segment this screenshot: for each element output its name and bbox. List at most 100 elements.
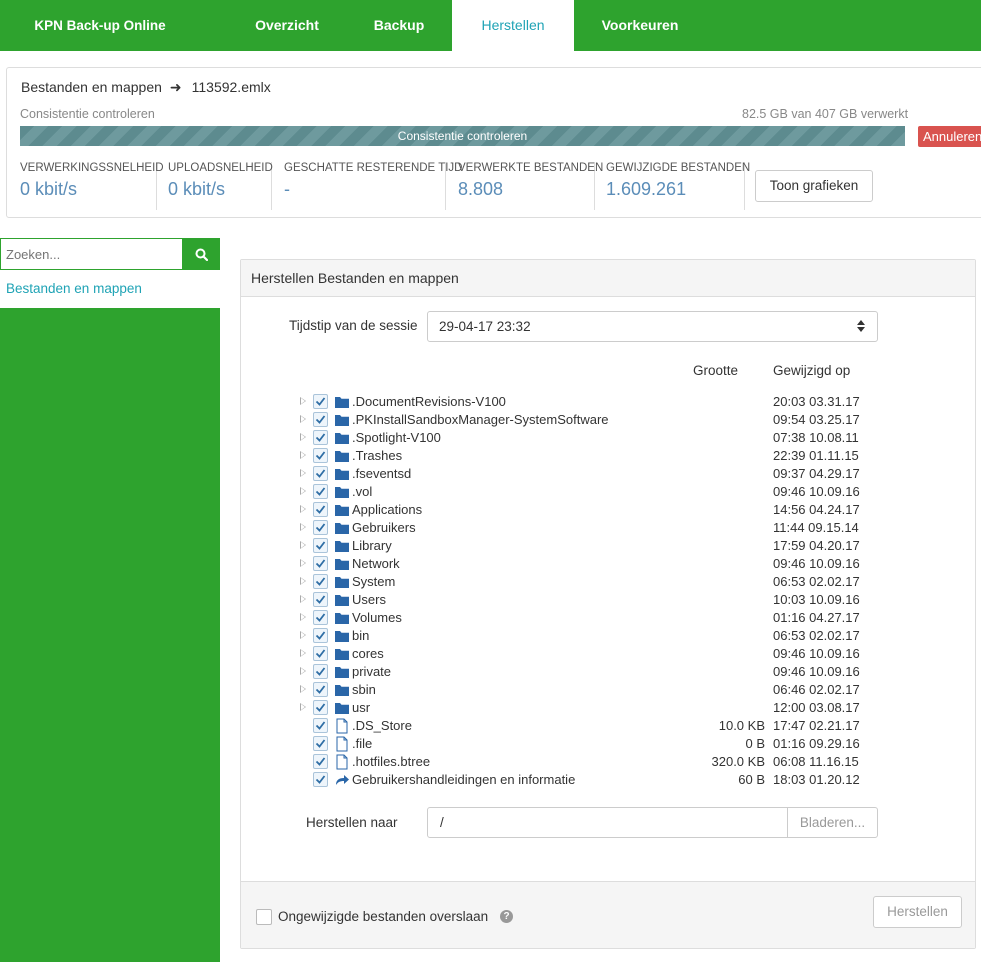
expand-triangle-icon[interactable]: [300, 685, 306, 693]
tree-row[interactable]: Users 10:03 10.09.16: [241, 591, 975, 609]
folder-icon: [335, 541, 349, 552]
row-checkbox[interactable]: [313, 520, 328, 535]
tab-overzicht[interactable]: Overzicht: [228, 0, 346, 51]
breadcrumb-file: 113592.emlx: [191, 79, 271, 95]
tree-row[interactable]: Volumes 01:16 04.27.17: [241, 609, 975, 627]
destination-input[interactable]: /: [427, 807, 788, 838]
tree-row[interactable]: System 06:53 02.02.17: [241, 573, 975, 591]
progress-bar: Consistentie controleren: [20, 126, 905, 146]
tab-backup[interactable]: Backup: [346, 0, 452, 51]
tree-row[interactable]: usr 12:00 03.08.17: [241, 699, 975, 717]
row-checkbox[interactable]: [313, 394, 328, 409]
skip-unchanged-checkbox[interactable]: [256, 909, 272, 925]
tree-row[interactable]: private 09:46 10.09.16: [241, 663, 975, 681]
shortcut-arrow-icon: [336, 775, 349, 785]
item-name: Gebruikers: [352, 520, 416, 535]
expand-triangle-icon[interactable]: [300, 559, 306, 567]
status-text: Consistentie controleren: [20, 107, 155, 121]
row-checkbox[interactable]: [313, 538, 328, 553]
sidebar-item-files-folders[interactable]: Bestanden en mappen: [0, 270, 220, 308]
session-value: 29-04-17 23:32: [439, 319, 531, 334]
expand-triangle-icon[interactable]: [300, 577, 306, 585]
session-select[interactable]: 29-04-17 23:32: [427, 311, 878, 342]
tree-row[interactable]: .vol 09:46 10.09.16: [241, 483, 975, 501]
tree-row[interactable]: .Trashes 22:39 01.11.15: [241, 447, 975, 465]
tree-row[interactable]: Gebruikershandleidingen en informatie 60 …: [241, 771, 975, 789]
item-name: cores: [352, 646, 384, 661]
cancel-button[interactable]: Annuleren: [918, 126, 981, 147]
expand-triangle-icon[interactable]: [300, 469, 306, 477]
row-checkbox[interactable]: [313, 574, 328, 589]
tree-row[interactable]: bin 06:53 02.02.17: [241, 627, 975, 645]
browse-button[interactable]: Bladeren...: [787, 807, 878, 838]
folder-icon: [335, 397, 349, 408]
tree-row[interactable]: .PKInstallSandboxManager-SystemSoftware 0…: [241, 411, 975, 429]
tree-row[interactable]: Network 09:46 10.09.16: [241, 555, 975, 573]
expand-triangle-icon[interactable]: [300, 541, 306, 549]
expand-triangle-icon[interactable]: [300, 667, 306, 675]
expand-triangle-icon[interactable]: [300, 649, 306, 657]
item-name: .DS_Store: [352, 718, 412, 733]
row-checkbox[interactable]: [313, 754, 328, 769]
expand-triangle-icon[interactable]: [300, 487, 306, 495]
column-header-size: Grootte: [693, 363, 739, 378]
tree-row[interactable]: sbin 06:46 02.02.17: [241, 681, 975, 699]
tab-herstellen[interactable]: Herstellen: [452, 0, 574, 51]
row-checkbox[interactable]: [313, 448, 328, 463]
tree-row[interactable]: .DS_Store 10.0 KB 17:47 02.21.17: [241, 717, 975, 735]
row-checkbox[interactable]: [313, 610, 328, 625]
expand-triangle-icon[interactable]: [300, 595, 306, 603]
row-checkbox[interactable]: [313, 466, 328, 481]
expand-triangle-icon[interactable]: [300, 505, 306, 513]
stat-remaining-time: GESCHATTE RESTERENDE TIJD -: [284, 162, 463, 210]
expand-triangle-icon[interactable]: [300, 415, 306, 423]
expand-triangle-icon[interactable]: [300, 433, 306, 441]
tree-row[interactable]: Applications 14:56 04.24.17: [241, 501, 975, 519]
tree-row[interactable]: .fseventsd 09:37 04.29.17: [241, 465, 975, 483]
item-size: 320.0 KB: [711, 754, 766, 769]
folder-icon: [335, 649, 349, 660]
row-checkbox[interactable]: [313, 484, 328, 499]
row-checkbox[interactable]: [313, 592, 328, 607]
breadcrumb-root: Bestanden en mappen: [21, 79, 162, 95]
expand-triangle-icon[interactable]: [300, 451, 306, 459]
stat-upload-speed: UPLOADSNELHEID 0 kbit/s: [168, 162, 273, 210]
item-modified: 10:03 10.09.16: [773, 592, 860, 607]
search-input[interactable]: [0, 238, 183, 270]
tree-row[interactable]: .hotfiles.btree 320.0 KB 06:08 11.16.15: [241, 753, 975, 771]
row-checkbox[interactable]: [313, 430, 328, 445]
restore-button[interactable]: Herstellen: [873, 896, 962, 928]
help-icon[interactable]: ?: [500, 910, 513, 923]
tree-row[interactable]: cores 09:46 10.09.16: [241, 645, 975, 663]
row-checkbox[interactable]: [313, 736, 328, 751]
row-checkbox[interactable]: [313, 772, 328, 787]
row-checkbox[interactable]: [313, 664, 328, 679]
tree-row[interactable]: Library 17:59 04.20.17: [241, 537, 975, 555]
item-modified: 14:56 04.24.17: [773, 502, 860, 517]
skip-unchanged-label: Ongewijzigde bestanden overslaan: [278, 909, 489, 924]
tree-row[interactable]: .DocumentRevisions-V100 20:03 03.31.17: [241, 393, 975, 411]
row-checkbox[interactable]: [313, 646, 328, 661]
item-modified: 06:08 11.16.15: [773, 754, 859, 769]
expand-triangle-icon[interactable]: [300, 613, 306, 621]
row-checkbox[interactable]: [313, 628, 328, 643]
item-modified: 01:16 04.27.17: [773, 610, 860, 625]
row-checkbox[interactable]: [313, 412, 328, 427]
row-checkbox[interactable]: [313, 700, 328, 715]
expand-triangle-icon[interactable]: [300, 703, 306, 711]
show-graphs-button[interactable]: Toon grafieken: [755, 170, 873, 202]
expand-triangle-icon[interactable]: [300, 523, 306, 531]
expand-triangle-icon[interactable]: [300, 631, 306, 639]
row-checkbox[interactable]: [313, 556, 328, 571]
tab-voorkeuren[interactable]: Voorkeuren: [574, 0, 706, 51]
row-checkbox[interactable]: [313, 718, 328, 733]
folder-icon: [335, 559, 349, 570]
tree-row[interactable]: .file 0 B 01:16 09.29.16: [241, 735, 975, 753]
tree-row[interactable]: Gebruikers 11:44 09.15.14: [241, 519, 975, 537]
row-checkbox[interactable]: [313, 682, 328, 697]
expand-triangle-icon[interactable]: [300, 397, 306, 405]
item-size: 0 B: [745, 736, 765, 751]
row-checkbox[interactable]: [313, 502, 328, 517]
tree-row[interactable]: .Spotlight-V100 07:38 10.08.11: [241, 429, 975, 447]
search-button[interactable]: [182, 238, 220, 270]
